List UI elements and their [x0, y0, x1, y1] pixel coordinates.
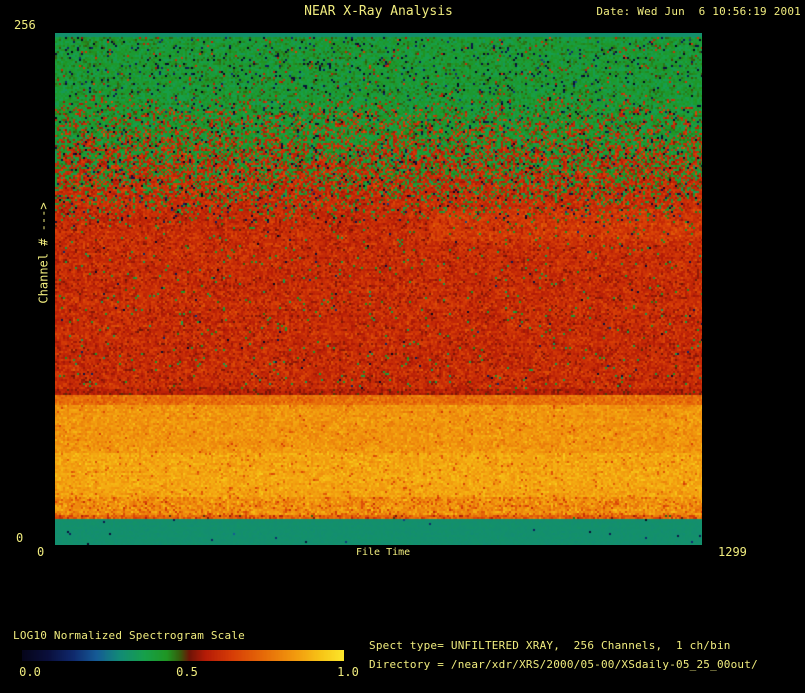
y-axis-min-tick: 0 — [16, 532, 23, 545]
directory-line: Directory = /near/xdr/XRS/2000/05-00/XSd… — [369, 659, 758, 671]
spect-type-line: Spect type= UNFILTERED XRAY, 256 Channel… — [369, 640, 731, 652]
y-axis-label: Channel # ---> — [37, 202, 50, 303]
y-axis-max-tick: 256 — [14, 19, 36, 32]
colorbar-tick-max: 1.0 — [337, 666, 359, 679]
x-axis-min-tick: 0 — [37, 546, 44, 559]
x-axis-max-tick: 1299 — [718, 546, 747, 559]
x-axis-label: File Time — [356, 547, 410, 558]
colorbar-label: LOG10 Normalized Spectrogram Scale — [13, 630, 245, 642]
colorbar-tick-mid: 0.5 — [176, 666, 198, 679]
datetime-label: Date: Wed Jun 6 10:56:19 2001 — [596, 6, 801, 18]
spectrogram-image — [55, 33, 702, 545]
colorbar-gradient — [22, 650, 344, 661]
colorbar-tick-min: 0.0 — [19, 666, 41, 679]
